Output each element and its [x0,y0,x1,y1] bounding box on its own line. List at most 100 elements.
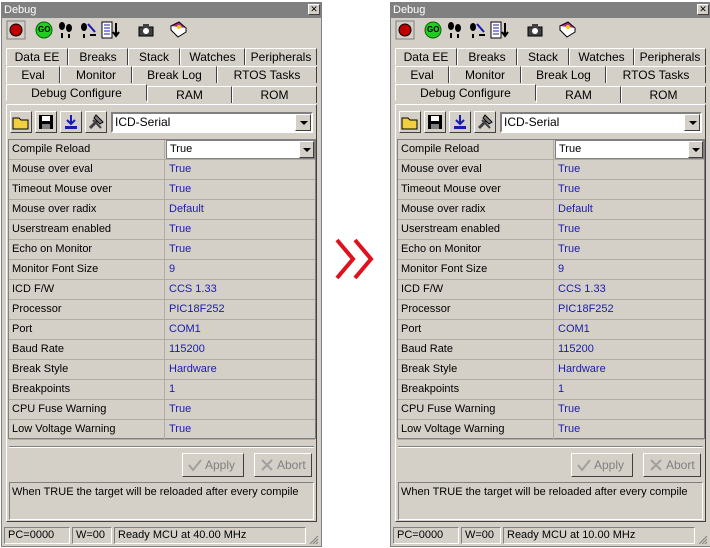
property-row[interactable]: Baud Rate 115200 [9,340,315,360]
property-row[interactable]: Port COM1 [398,320,704,340]
close-button[interactable]: ✕ [697,4,709,15]
download-icon[interactable] [449,111,471,133]
property-row[interactable]: Mouse over eval True [398,160,704,180]
property-row[interactable]: Monitor Font Size 9 [398,260,704,280]
save-disk-icon[interactable] [424,111,446,133]
property-value[interactable]: Hardware [166,360,315,380]
tab-stack[interactable]: Stack [517,48,569,65]
property-row[interactable]: Timeout Mouse over True [398,180,704,200]
property-value[interactable]: Default [555,200,704,220]
resize-grip-icon[interactable] [696,533,708,545]
property-value[interactable]: True [166,220,315,240]
interface-select[interactable]: ICD-Serial [111,112,313,133]
record-icon[interactable] [395,20,415,40]
property-value[interactable]: True [555,240,704,260]
property-row[interactable]: Processor PIC18F252 [9,300,315,320]
property-value[interactable]: PIC18F252 [555,300,704,320]
go-icon[interactable]: GO [423,20,443,40]
property-row[interactable]: Monitor Font Size 9 [9,260,315,280]
tab-break-log[interactable]: Break Log [521,66,606,83]
property-value[interactable]: True [555,180,704,200]
property-row[interactable]: Port COM1 [9,320,315,340]
property-row[interactable]: Low Voltage Warning True [9,420,315,440]
tab-debug-configure[interactable]: Debug Configure [395,84,536,101]
abort-button[interactable]: Abort [643,453,701,477]
property-row[interactable]: Break Style Hardware [9,360,315,380]
property-value[interactable]: True [166,160,315,180]
interface-select[interactable]: ICD-Serial [500,112,702,133]
tab-ram[interactable]: RAM [536,86,621,103]
property-value[interactable]: True [166,420,315,440]
tab-peripherals[interactable]: Peripherals [634,48,706,65]
property-value[interactable]: CCS 1.33 [166,280,315,300]
tab-break-log[interactable]: Break Log [132,66,217,83]
property-row[interactable]: ICD F/W CCS 1.33 [398,280,704,300]
tab-eval[interactable]: Eval [6,66,60,83]
tab-ram[interactable]: RAM [147,86,232,103]
property-row[interactable]: ICD F/W CCS 1.33 [9,280,315,300]
property-row[interactable]: Echo on Monitor True [398,240,704,260]
save-disk-icon[interactable] [35,111,57,133]
tab-monitor[interactable]: Monitor [60,66,132,83]
apply-button[interactable]: Apply [571,453,633,477]
open-folder-icon[interactable] [399,111,421,133]
property-row[interactable]: Breakpoints 1 [9,380,315,400]
tab-debug-configure[interactable]: Debug Configure [6,84,147,101]
download-icon[interactable] [60,111,82,133]
property-value[interactable]: 9 [555,260,704,280]
abort-button[interactable]: Abort [254,453,312,477]
camera-icon[interactable] [136,20,156,40]
property-value[interactable]: 115200 [166,340,315,360]
property-row[interactable]: CPU Fuse Warning True [9,400,315,420]
step-over-icon[interactable] [467,20,487,40]
book-icon[interactable] [557,20,577,40]
property-row[interactable]: Echo on Monitor True [9,240,315,260]
tab-rom[interactable]: ROM [232,86,317,103]
tools-icon[interactable] [85,111,107,133]
tab-rom[interactable]: ROM [621,86,706,103]
property-value[interactable]: 9 [166,260,315,280]
property-row[interactable]: Mouse over radix Default [9,200,315,220]
book-icon[interactable] [168,20,188,40]
tab-monitor[interactable]: Monitor [449,66,521,83]
open-folder-icon[interactable] [10,111,32,133]
tab-breaks[interactable]: Breaks [457,48,517,65]
property-value[interactable]: True [555,160,704,180]
property-value-editor[interactable]: True [166,140,315,159]
property-value[interactable]: True [166,180,315,200]
step-into-icon[interactable] [56,20,76,40]
record-icon[interactable] [6,20,26,40]
property-row[interactable]: Userstream enabled True [9,220,315,240]
property-row[interactable]: Break Style Hardware [398,360,704,380]
resize-grip-icon[interactable] [307,533,319,545]
property-row[interactable]: Userstream enabled True [398,220,704,240]
go-icon[interactable]: GO [34,20,54,40]
apply-button[interactable]: Apply [182,453,244,477]
tab-data-ee[interactable]: Data EE [6,48,68,65]
tab-rtos-tasks[interactable]: RTOS Tasks [217,66,317,83]
chevron-down-icon[interactable] [299,141,314,158]
property-value[interactable]: COM1 [166,320,315,340]
tab-eval[interactable]: Eval [395,66,449,83]
property-row[interactable]: Baud Rate 115200 [398,340,704,360]
chevron-down-icon[interactable] [684,114,700,131]
property-row[interactable]: Mouse over eval True [9,160,315,180]
chevron-down-icon[interactable] [295,114,311,131]
step-into-icon[interactable] [445,20,465,40]
property-value[interactable]: True [166,400,315,420]
close-button[interactable]: ✕ [308,4,320,15]
tab-rtos-tasks[interactable]: RTOS Tasks [606,66,706,83]
property-value[interactable]: True [555,400,704,420]
tab-watches[interactable]: Watches [180,48,245,65]
property-value[interactable]: Hardware [555,360,704,380]
property-value[interactable]: 115200 [555,340,704,360]
property-value[interactable]: True [555,420,704,440]
property-value[interactable]: CCS 1.33 [555,280,704,300]
property-value[interactable]: True [166,240,315,260]
tab-peripherals[interactable]: Peripherals [245,48,317,65]
property-value[interactable]: 1 [166,380,315,400]
property-row[interactable]: Low Voltage Warning True [398,420,704,440]
property-value[interactable]: True [555,220,704,240]
property-value[interactable]: PIC18F252 [166,300,315,320]
property-value[interactable]: Default [166,200,315,220]
